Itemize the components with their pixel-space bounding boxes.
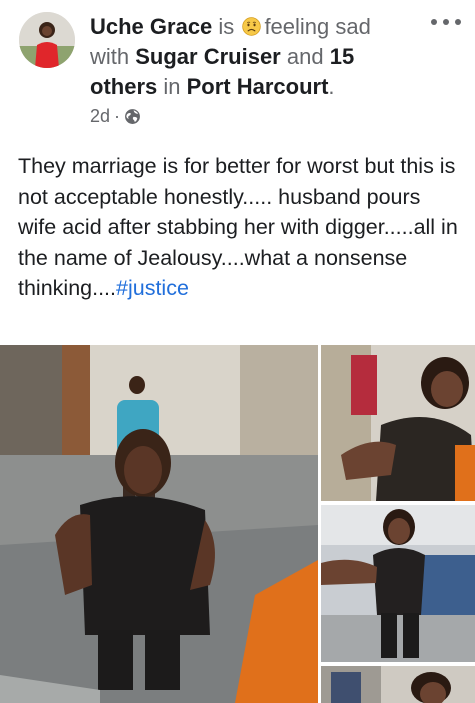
dot xyxy=(443,19,449,25)
post-time[interactable]: 2d xyxy=(90,106,110,127)
globe-icon[interactable] xyxy=(124,108,141,125)
photo-2[interactable] xyxy=(321,345,475,501)
tagged-person-link[interactable]: Sugar Cruiser xyxy=(135,44,281,69)
title-period: . xyxy=(328,74,335,99)
photo-4[interactable] xyxy=(321,666,475,703)
with-word: with xyxy=(90,44,130,69)
photo-grid xyxy=(0,345,475,703)
author-name[interactable]: Uche Grace xyxy=(90,14,212,39)
post-body: They marriage is for better for worst bu… xyxy=(18,151,463,304)
feeling-text: feeling sad xyxy=(264,14,371,39)
post-header: Uche Grace is feeling sad with Sugar Cru… xyxy=(0,0,475,140)
avatar-image xyxy=(19,12,75,68)
in-word: in xyxy=(163,74,181,99)
post-meta: 2d · xyxy=(90,106,141,127)
is-word: is xyxy=(218,14,235,39)
photo-main[interactable] xyxy=(0,345,318,703)
photo-3[interactable] xyxy=(321,505,475,662)
sad-face-emoji-icon xyxy=(242,17,262,36)
author-avatar[interactable] xyxy=(19,12,75,68)
more-options-icon[interactable] xyxy=(431,12,461,32)
post-title: Uche Grace is feeling sad with Sugar Cru… xyxy=(90,12,410,102)
location-link[interactable]: Port Harcourt xyxy=(187,74,329,99)
dot xyxy=(455,19,461,25)
post-text: They marriage is for better for worst bu… xyxy=(18,154,458,300)
and-word: and xyxy=(286,44,324,69)
hashtag-link[interactable]: #justice xyxy=(116,276,189,300)
meta-separator: · xyxy=(114,106,121,126)
dot xyxy=(431,19,437,25)
